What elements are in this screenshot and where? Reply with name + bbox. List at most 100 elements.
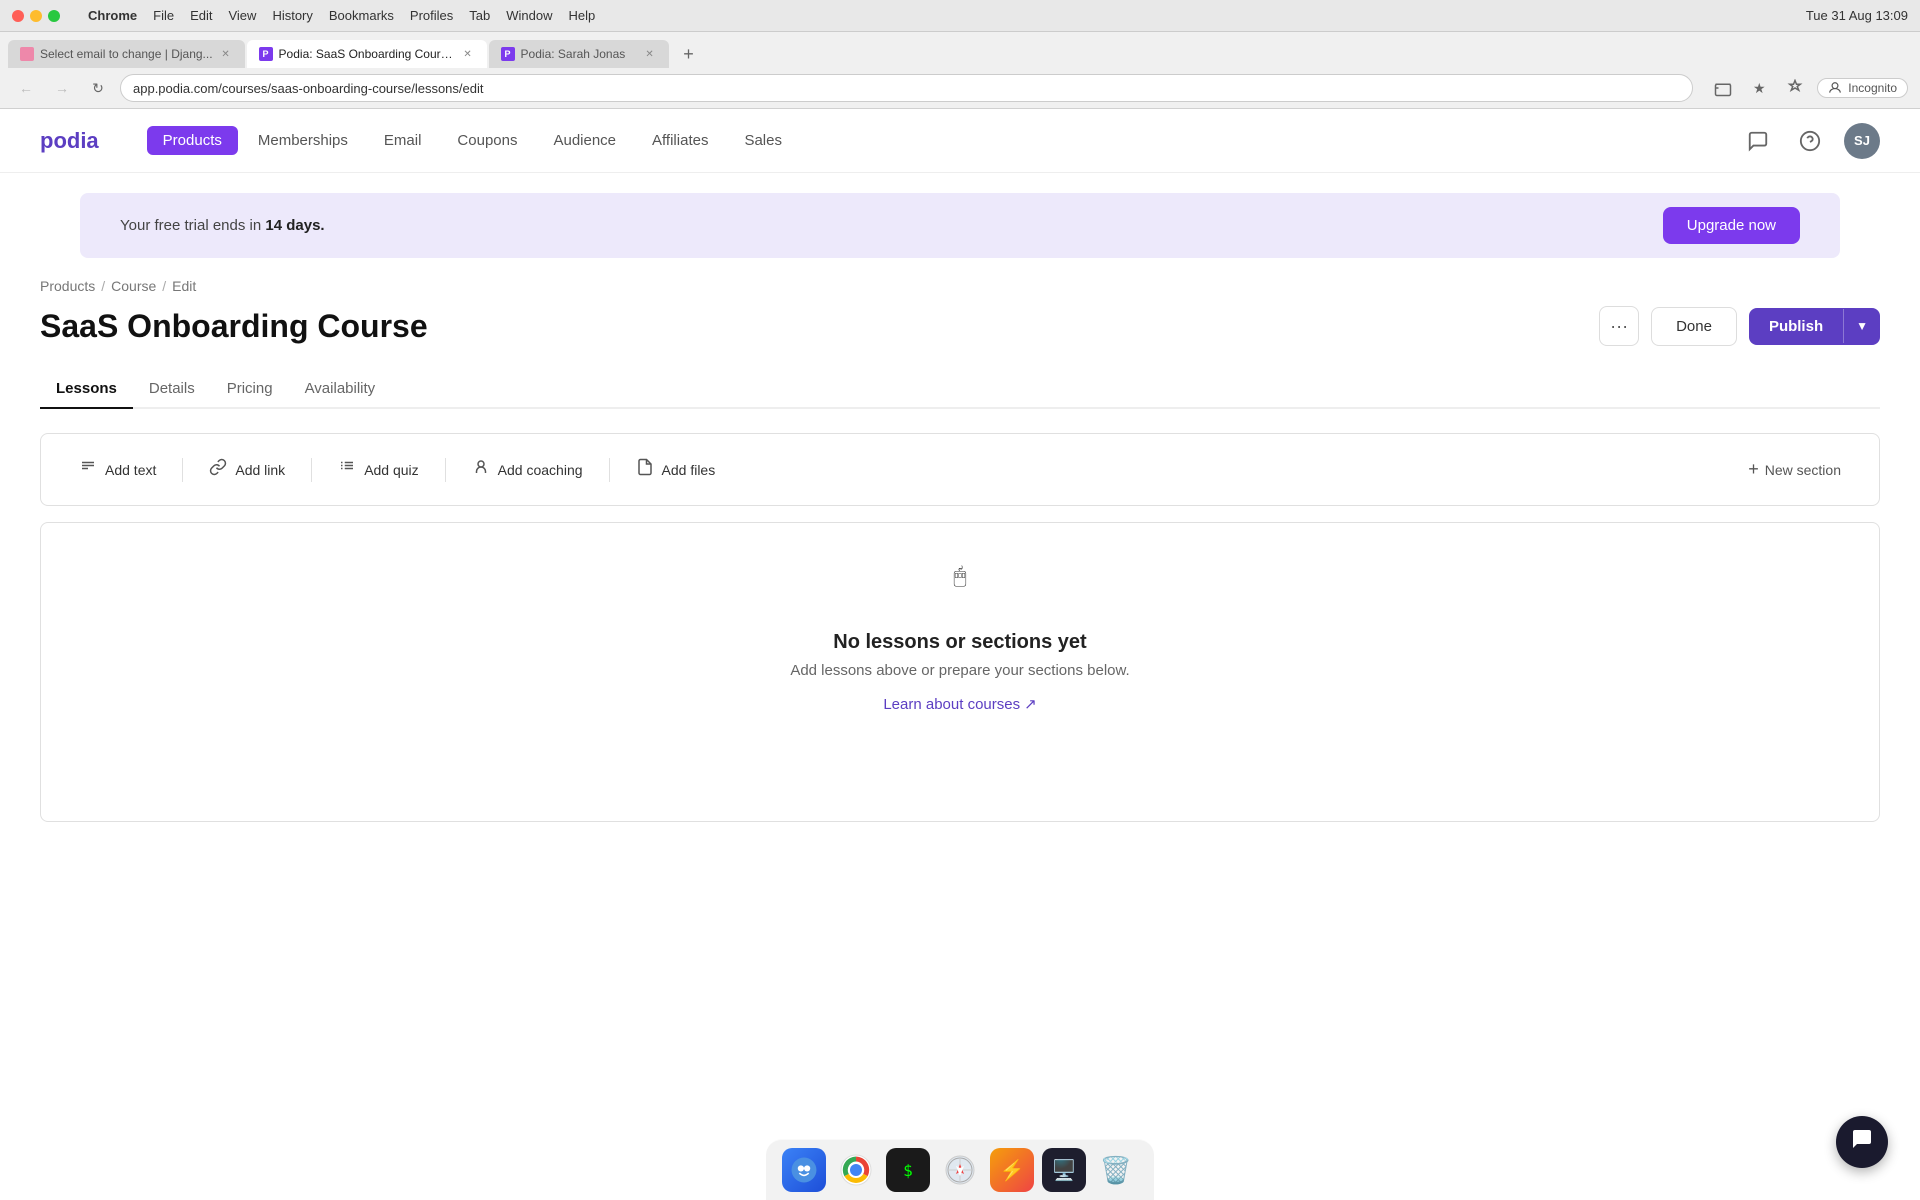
macos-dock: $ ⚡ 🖥️ 🗑️ [766, 1139, 1154, 1200]
mac-menu-bookmarks[interactable]: Bookmarks [329, 8, 394, 23]
help-nav-icon[interactable] [1792, 123, 1828, 159]
tab2-favicon: P [259, 47, 273, 61]
tab-details[interactable]: Details [133, 370, 211, 409]
bookmark-icon[interactable]: ★ [1745, 74, 1773, 102]
mac-menu-help[interactable]: Help [569, 8, 596, 23]
cursor-icon: 🖱 [953, 563, 966, 589]
breadcrumb-products[interactable]: Products [40, 278, 95, 294]
publish-button[interactable]: Publish [1749, 308, 1843, 345]
browser-tab-1[interactable]: Select email to change | Djang... ✕ [8, 40, 245, 68]
done-button[interactable]: Done [1651, 307, 1737, 346]
mac-menu-tab[interactable]: Tab [469, 8, 490, 23]
breadcrumb-sep-1: / [101, 278, 105, 294]
dock-flashlight-icon[interactable]: ⚡ [990, 1148, 1034, 1192]
tab2-close-button[interactable]: ✕ [461, 47, 475, 61]
files-icon [636, 458, 654, 481]
mac-menu-history[interactable]: History [272, 8, 312, 23]
tab-bar: Select email to change | Djang... ✕ P Po… [0, 32, 1920, 68]
nav-audience[interactable]: Audience [537, 126, 632, 155]
back-button[interactable]: ← [12, 74, 40, 102]
tab-pricing[interactable]: Pricing [211, 370, 289, 409]
upgrade-now-button[interactable]: Upgrade now [1663, 207, 1800, 244]
empty-state-card: 🖱 No lessons or sections yet Add lessons… [40, 522, 1880, 822]
nav-sales[interactable]: Sales [728, 126, 798, 155]
mac-menu-bar: Chrome File Edit View History Bookmarks … [88, 8, 595, 23]
trial-banner: Your free trial ends in 14 days. Upgrade… [80, 193, 1840, 258]
tab1-favicon [20, 47, 34, 61]
user-avatar[interactable]: SJ [1844, 123, 1880, 159]
nav-affiliates[interactable]: Affiliates [636, 126, 724, 155]
more-options-button[interactable]: ··· [1599, 306, 1639, 346]
minimize-window-button[interactable] [30, 10, 42, 22]
mac-menu-edit[interactable]: Edit [190, 8, 212, 23]
nav-products[interactable]: Products [147, 126, 238, 155]
nav-coupons[interactable]: Coupons [441, 126, 533, 155]
titlebar: Chrome File Edit View History Bookmarks … [0, 0, 1920, 32]
toolbar-divider-4 [609, 458, 610, 482]
new-section-label: New section [1765, 462, 1841, 478]
nav-right: SJ [1740, 123, 1880, 159]
toolbar-divider-3 [445, 458, 446, 482]
add-quiz-button[interactable]: Add quiz [324, 450, 432, 489]
dock-app5-icon[interactable]: 🖥️ [1042, 1148, 1086, 1192]
chat-support-button[interactable] [1836, 1116, 1888, 1168]
maximize-window-button[interactable] [48, 10, 60, 22]
tab1-close-button[interactable]: ✕ [219, 47, 233, 61]
incognito-badge[interactable]: Incognito [1817, 78, 1908, 98]
empty-state-subtitle: Add lessons above or prepare your sectio… [790, 662, 1129, 679]
breadcrumb-sep-2: / [162, 278, 166, 294]
link-icon [209, 458, 227, 481]
add-link-button[interactable]: Add link [195, 450, 299, 489]
empty-state-title: No lessons or sections yet [833, 631, 1086, 654]
learn-about-courses-link[interactable]: Learn about courses ↗ [883, 695, 1036, 713]
add-coaching-button[interactable]: Add coaching [458, 450, 597, 489]
mac-menu-profiles[interactable]: Profiles [410, 8, 453, 23]
extensions-icon[interactable] [1781, 74, 1809, 102]
coaching-icon [472, 458, 490, 481]
dock-chrome-icon[interactable] [834, 1148, 878, 1192]
breadcrumb-course[interactable]: Course [111, 278, 156, 294]
refresh-button[interactable]: ↻ [84, 74, 112, 102]
add-coaching-label: Add coaching [498, 462, 583, 478]
publish-dropdown-icon[interactable]: ▼ [1843, 309, 1880, 343]
publish-button-group[interactable]: Publish ▼ [1749, 308, 1880, 345]
dock-trash-icon[interactable]: 🗑️ [1094, 1148, 1138, 1192]
mac-menu-file[interactable]: File [153, 8, 174, 23]
course-tabs: Lessons Details Pricing Availability [40, 370, 1880, 409]
nav-email[interactable]: Email [368, 126, 438, 155]
dock-finder-icon[interactable] [782, 1148, 826, 1192]
tab3-favicon: P [501, 47, 515, 61]
trial-text: Your free trial ends in 14 days. [120, 217, 325, 234]
add-text-button[interactable]: Add text [65, 450, 170, 489]
tab-lessons[interactable]: Lessons [40, 370, 133, 409]
breadcrumb: Products / Course / Edit [40, 278, 1880, 294]
podia-logo[interactable]: podia [40, 128, 99, 154]
nav-memberships[interactable]: Memberships [242, 126, 364, 155]
learn-link-text: Learn about courses [883, 696, 1020, 713]
nav-links: Products Memberships Email Coupons Audie… [147, 126, 1708, 155]
tab3-close-button[interactable]: ✕ [643, 47, 657, 61]
dock-safari-icon[interactable] [938, 1148, 982, 1192]
new-section-button[interactable]: + New section [1734, 451, 1855, 488]
add-files-button[interactable]: Add files [622, 450, 730, 489]
lesson-toolbar: Add text Add link Add quiz [40, 433, 1880, 506]
url-bar[interactable]: app.podia.com/courses/saas-onboarding-co… [120, 74, 1693, 102]
cast-icon[interactable] [1709, 74, 1737, 102]
tab-availability[interactable]: Availability [289, 370, 392, 409]
new-tab-button[interactable]: + [675, 40, 703, 68]
breadcrumb-current: Edit [172, 278, 196, 294]
browser-tab-3[interactable]: P Podia: Sarah Jonas ✕ [489, 40, 669, 68]
top-nav: podia Products Memberships Email Coupons… [0, 109, 1920, 173]
trial-days: 14 days. [265, 217, 324, 234]
mac-menu-chrome[interactable]: Chrome [88, 8, 137, 23]
browser-tab-2[interactable]: P Podia: SaaS Onboarding Cours... ✕ [247, 40, 487, 68]
close-window-button[interactable] [12, 10, 24, 22]
mac-menu-window[interactable]: Window [506, 8, 552, 23]
dock-terminal-icon[interactable]: $ [886, 1148, 930, 1192]
mac-menu-view[interactable]: View [228, 8, 256, 23]
chat-bubble-icon [1850, 1127, 1874, 1157]
new-section-plus-icon: + [1748, 459, 1759, 480]
chat-nav-icon[interactable] [1740, 123, 1776, 159]
forward-button[interactable]: → [48, 74, 76, 102]
url-text: app.podia.com/courses/saas-onboarding-co… [133, 81, 1680, 96]
